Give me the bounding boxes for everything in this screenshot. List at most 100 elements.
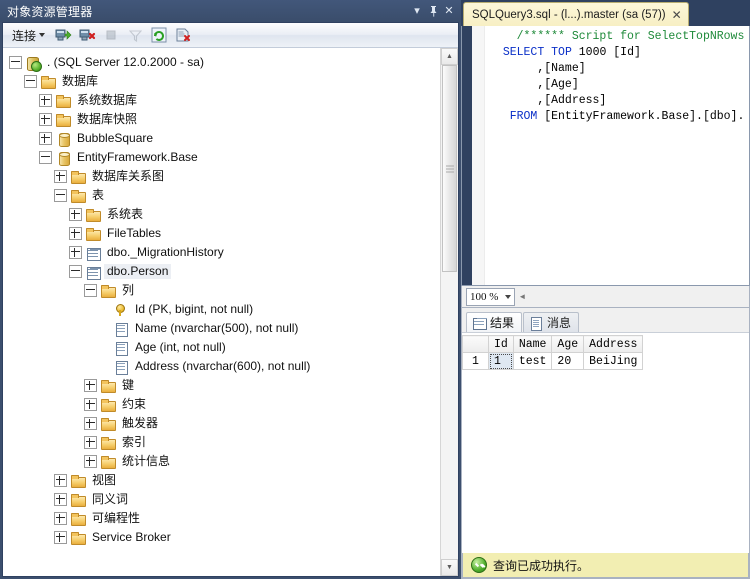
expand-icon[interactable] — [69, 246, 82, 259]
tab-results[interactable]: 结果 — [466, 312, 523, 332]
folder-icon — [100, 378, 116, 394]
table-row[interactable]: 1 1 test 20 BeiJing — [462, 352, 644, 370]
tree-vertical-scrollbar[interactable]: ▲ ▼ — [440, 48, 458, 576]
grid-corner-cell[interactable] — [462, 335, 489, 353]
editor-code-area[interactable]: /****** Script for SelectTopNRows c SELE… — [485, 26, 749, 285]
expand-icon[interactable] — [84, 398, 97, 411]
expand-icon[interactable] — [84, 417, 97, 430]
expand-icon[interactable] — [54, 512, 67, 525]
object-explorer-tree[interactable]: . (SQL Server 12.0.2000 - sa) 数据库 系统数据库 数据库… — [3, 48, 440, 576]
tree-node[interactable]: 统计信息 — [3, 452, 440, 471]
expand-icon[interactable] — [54, 493, 67, 506]
scroll-up-arrow-icon[interactable]: ▲ — [441, 48, 458, 65]
tree-node[interactable]: FileTables — [3, 224, 440, 243]
collapse-icon[interactable] — [84, 284, 97, 297]
grid-cell[interactable]: BeiJing — [583, 352, 644, 370]
grid-cell[interactable]: 1 — [488, 352, 514, 370]
expand-icon[interactable] — [84, 379, 97, 392]
chevron-down-icon[interactable]: ▾ — [409, 3, 425, 20]
tree-node[interactable]: 可编程性 — [3, 509, 440, 528]
tree-node[interactable]: Age (int, not null) — [3, 338, 440, 357]
column-header[interactable]: Name — [512, 335, 553, 353]
results-grid-area[interactable]: Id Name Age Address 1 1 test 20 BeiJing — [462, 333, 749, 553]
expand-icon[interactable] — [54, 170, 67, 183]
tree-node-label: dbo.Person — [104, 264, 172, 279]
connect-dropdown-button[interactable]: 连接 — [7, 25, 50, 46]
folder-icon — [40, 74, 56, 90]
tree-node[interactable]: 同义词 — [3, 490, 440, 509]
collapse-icon[interactable] — [9, 56, 22, 69]
expand-icon[interactable] — [69, 208, 82, 221]
tree-node[interactable]: 表 — [3, 186, 440, 205]
tree-node[interactable]: 索引 — [3, 433, 440, 452]
tree-node[interactable]: 数据库快照 — [3, 110, 440, 129]
code-line: ,[Name] — [537, 62, 586, 75]
tab-messages[interactable]: 消息 — [523, 312, 580, 332]
expand-icon[interactable] — [84, 436, 97, 449]
scroll-down-arrow-icon[interactable]: ▼ — [441, 559, 458, 576]
tree-node[interactable]: . (SQL Server 12.0.2000 - sa) — [3, 53, 440, 72]
expand-icon[interactable] — [54, 531, 67, 544]
tree-node[interactable]: Service Broker — [3, 528, 440, 547]
key-icon — [113, 302, 129, 318]
tree-node[interactable]: 数据库关系图 — [3, 167, 440, 186]
tree-node[interactable]: dbo.Person — [3, 262, 440, 281]
script-icon[interactable] — [172, 24, 194, 46]
expand-icon[interactable] — [39, 113, 52, 126]
refresh-icon[interactable] — [148, 24, 170, 46]
object-explorer-titlebar: 对象资源管理器 ▾ ✕ — [0, 0, 461, 22]
column-header[interactable]: Age — [551, 335, 585, 353]
column-header[interactable]: Address — [583, 335, 644, 353]
panel-title: 对象资源管理器 — [7, 4, 93, 19]
close-icon[interactable]: ✕ — [441, 3, 457, 20]
pin-icon[interactable] — [425, 3, 441, 20]
zoom-value: 100 % — [470, 290, 499, 303]
zoom-level-select[interactable]: 100 % — [466, 287, 516, 306]
tree-node[interactable]: Address (nvarchar(600), not null) — [3, 357, 440, 376]
grid-cell[interactable]: 20 — [551, 352, 585, 370]
tree-node[interactable]: 系统数据库 — [3, 91, 440, 110]
row-header[interactable]: 1 — [462, 352, 489, 370]
expand-icon[interactable] — [69, 227, 82, 240]
tree-node-label: Address (nvarchar(600), not null) — [135, 359, 311, 373]
scroll-left-arrow-icon[interactable]: ◄ — [518, 292, 526, 301]
tree-node[interactable]: EntityFramework.Base — [3, 148, 440, 167]
folder-icon — [100, 397, 116, 413]
expand-icon[interactable] — [39, 132, 52, 145]
tree-node[interactable]: 触发器 — [3, 414, 440, 433]
collapse-icon[interactable] — [54, 189, 67, 202]
results-grid[interactable]: Id Name Age Address 1 1 test 20 BeiJing — [462, 335, 644, 370]
status-text: 查询已成功执行。 — [493, 558, 590, 573]
tab-messages-label: 消息 — [547, 316, 572, 330]
tab-sqlquery3[interactable]: SQLQuery3.sql - (l...).master (sa (57)) … — [463, 2, 689, 26]
tree-node[interactable]: BubbleSquare — [3, 129, 440, 148]
tree-node-label: Name (nvarchar(500), not null) — [135, 321, 299, 335]
connect-object-explorer-icon[interactable] — [52, 24, 74, 46]
sql-editor[interactable]: /****** Script for SelectTopNRows c SELE… — [461, 26, 750, 286]
tree-node[interactable]: Name (nvarchar(500), not null) — [3, 319, 440, 338]
collapse-icon[interactable] — [39, 151, 52, 164]
expand-icon[interactable] — [39, 94, 52, 107]
scrollbar-thumb[interactable] — [442, 65, 457, 272]
collapse-icon[interactable] — [69, 265, 82, 278]
expand-icon[interactable] — [84, 455, 97, 468]
tree-node[interactable]: 列 — [3, 281, 440, 300]
tree-node[interactable]: 系统表 — [3, 205, 440, 224]
column-header[interactable]: Id — [488, 335, 514, 353]
disconnect-object-explorer-icon[interactable] — [76, 24, 98, 46]
tree-node-label: 系统表 — [107, 207, 144, 221]
expand-icon[interactable] — [54, 474, 67, 487]
scrollbar-track[interactable] — [441, 65, 458, 559]
results-header-row: Id Name Age Address — [462, 335, 644, 353]
close-icon[interactable]: ✕ — [671, 8, 683, 22]
folder-icon — [70, 169, 86, 185]
grid-cell[interactable]: test — [512, 352, 553, 370]
tree-node[interactable]: 键 — [3, 376, 440, 395]
tree-node[interactable]: 视图 — [3, 471, 440, 490]
collapse-icon[interactable] — [24, 75, 37, 88]
tree-node[interactable]: dbo._MigrationHistory — [3, 243, 440, 262]
tree-node[interactable]: 数据库 — [3, 72, 440, 91]
tree-node[interactable]: Id (PK, bigint, not null) — [3, 300, 440, 319]
tree-node[interactable]: 约束 — [3, 395, 440, 414]
